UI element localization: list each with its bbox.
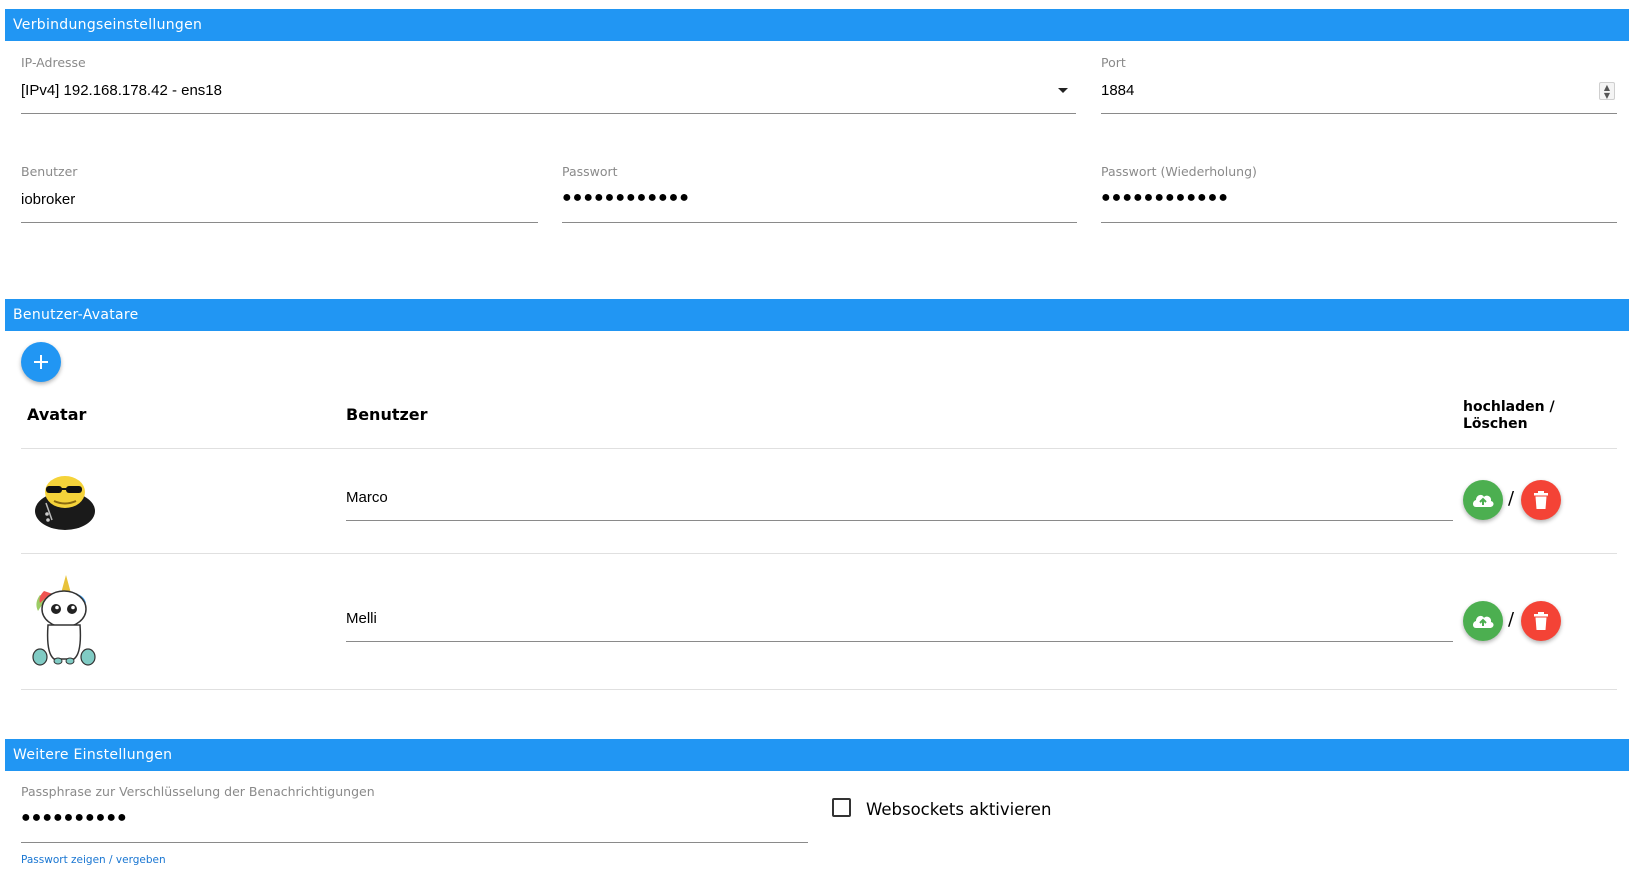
unicorn-icon	[30, 573, 98, 673]
user-name-value: Melli	[346, 610, 377, 627]
password-repeat-label: Passwort (Wiederholung)	[1101, 164, 1257, 179]
password-underline	[562, 222, 1077, 223]
user-name-value: Marco	[346, 489, 388, 506]
upload-avatar-button[interactable]	[1463, 480, 1503, 520]
section-header-avatars: Benutzer-Avatare	[5, 299, 1629, 331]
table-row-divider	[21, 553, 1617, 554]
action-separator: /	[1508, 488, 1515, 509]
column-header-actions: hochladen / Löschen	[1463, 399, 1555, 433]
section-header-further: Weitere Einstellungen	[5, 739, 1629, 771]
user-label: Benutzer	[21, 164, 78, 179]
delete-avatar-button[interactable]	[1521, 480, 1561, 520]
table-row-divider	[21, 689, 1617, 690]
port-value: 1884	[1101, 82, 1135, 99]
user-name-underline	[346, 641, 1453, 642]
plus-icon	[34, 355, 48, 369]
passphrase-label: Passphrase zur Verschlüsselung der Benac…	[21, 784, 375, 799]
password-repeat-value: ●●●●●●●●●●●●	[1101, 189, 1229, 206]
user-name-underline	[346, 520, 1453, 521]
trash-icon	[1534, 491, 1548, 509]
column-header-avatar: Avatar	[27, 405, 87, 424]
upload-avatar-button[interactable]	[1463, 601, 1503, 641]
ip-address-underline	[21, 113, 1076, 114]
ip-address-value: [IPv4] 192.168.178.42 - ens18	[21, 82, 222, 99]
passphrase-underline	[21, 842, 808, 843]
password-label: Passwort	[562, 164, 618, 179]
delete-avatar-button[interactable]	[1521, 601, 1561, 641]
column-header-actions-line2: Löschen	[1463, 416, 1528, 432]
passphrase-value: ●●●●●●●●●●	[21, 809, 128, 826]
add-avatar-button[interactable]	[21, 342, 61, 382]
ip-address-label: IP-Adresse	[21, 55, 86, 70]
cloud-upload-icon	[1473, 615, 1494, 628]
action-separator: /	[1508, 609, 1515, 630]
user-underline	[21, 222, 538, 223]
port-underline	[1101, 113, 1617, 114]
password-value: ●●●●●●●●●●●●	[562, 189, 690, 206]
cloud-upload-icon	[1473, 494, 1494, 507]
trash-icon	[1534, 612, 1548, 630]
port-label: Port	[1101, 55, 1126, 70]
sunglasses-smiley-icon	[32, 470, 98, 536]
dropdown-arrow-icon[interactable]	[1058, 88, 1068, 93]
column-header-user: Benutzer	[346, 405, 428, 424]
table-row-divider	[21, 448, 1617, 449]
show-password-link[interactable]: Passwort zeigen / vergeben	[21, 854, 166, 866]
websockets-checkbox[interactable]	[832, 798, 851, 817]
password-repeat-underline	[1101, 222, 1617, 223]
section-header-connection: Verbindungseinstellungen	[5, 9, 1629, 41]
port-stepper-icon[interactable]: ▲ ▼	[1599, 82, 1615, 100]
user-value: iobroker	[21, 191, 76, 208]
websockets-label[interactable]: Websockets aktivieren	[866, 800, 1051, 819]
column-header-actions-line1: hochladen /	[1463, 399, 1555, 415]
